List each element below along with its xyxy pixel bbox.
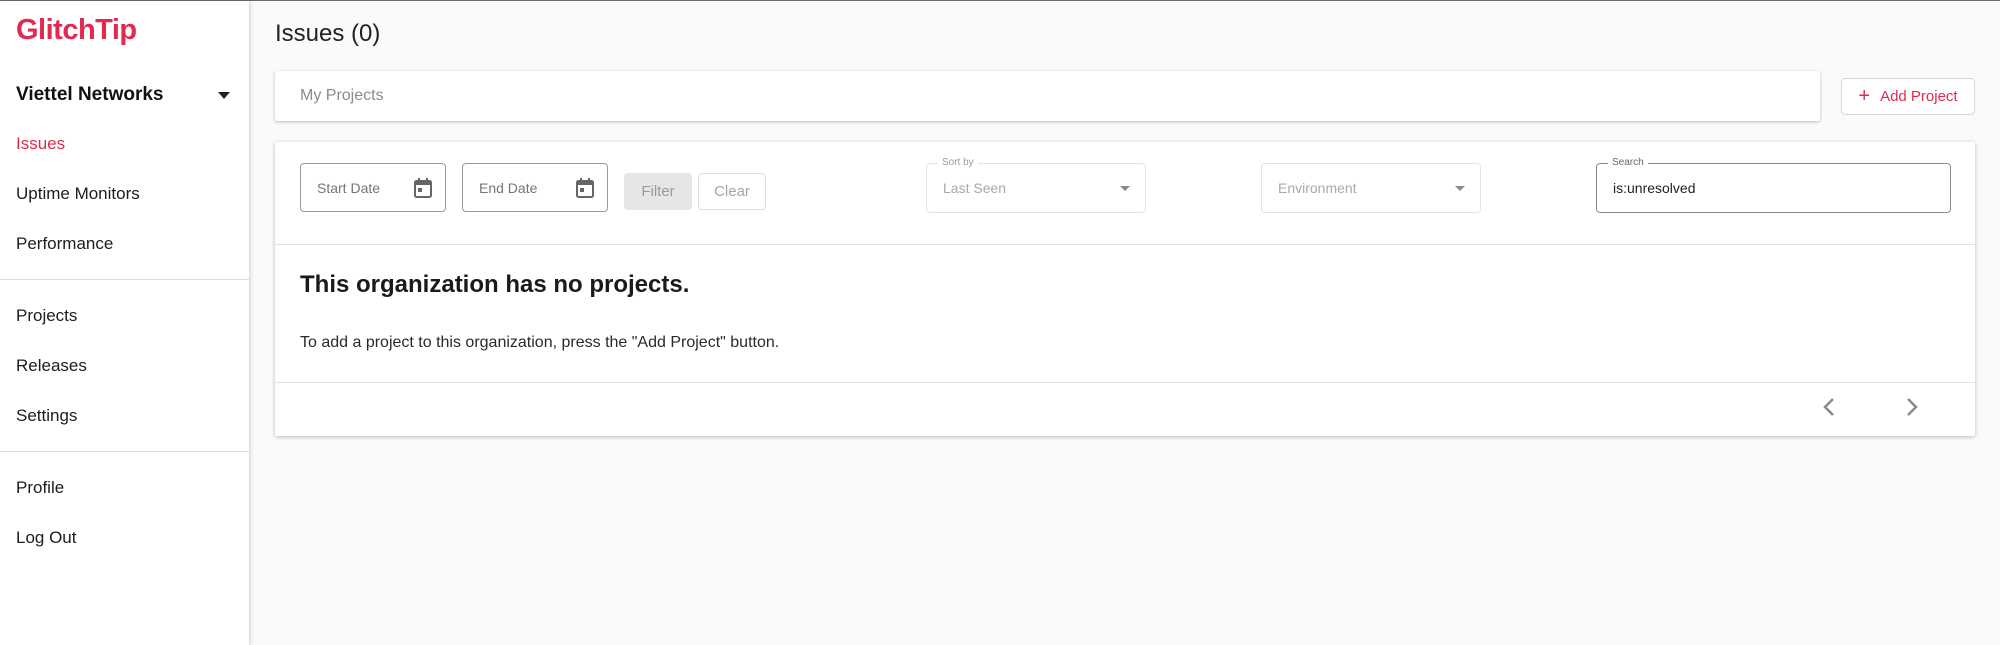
search-input[interactable] bbox=[1613, 180, 1933, 196]
chevron-left-icon bbox=[1823, 398, 1834, 416]
projects-select[interactable]: My Projects bbox=[275, 71, 1820, 121]
filter-row: Start Date End Date Filter Clear Sort by… bbox=[275, 142, 1975, 244]
org-name: Viettel Networks bbox=[16, 84, 164, 105]
search-field[interactable]: Search bbox=[1596, 157, 1951, 213]
card-divider bbox=[275, 382, 1975, 383]
caret-down-icon bbox=[218, 91, 230, 99]
environment-select[interactable]: Environment bbox=[1261, 163, 1481, 213]
plus-icon: + bbox=[1858, 84, 1871, 107]
end-date-placeholder: End Date bbox=[479, 179, 538, 196]
add-project-button[interactable]: + Add Project bbox=[1841, 78, 1975, 115]
sort-by-select[interactable]: Sort by Last Seen bbox=[926, 157, 1146, 213]
add-project-label: Add Project bbox=[1880, 88, 1958, 105]
filter-button[interactable]: Filter bbox=[624, 173, 692, 210]
sidebar-item-releases[interactable]: Releases bbox=[16, 356, 87, 376]
calendar-icon[interactable] bbox=[575, 177, 595, 199]
previous-page-button[interactable] bbox=[1814, 392, 1844, 422]
clear-button[interactable]: Clear bbox=[698, 173, 766, 210]
sidebar-divider bbox=[0, 451, 249, 452]
caret-down-icon bbox=[1455, 186, 1465, 191]
start-date-placeholder: Start Date bbox=[317, 179, 381, 196]
chevron-right-icon bbox=[1907, 398, 1918, 416]
page-title: Issues (0) bbox=[275, 20, 381, 47]
card-divider bbox=[275, 244, 1975, 245]
projects-select-placeholder: My Projects bbox=[300, 87, 384, 104]
sidebar-item-projects[interactable]: Projects bbox=[16, 306, 77, 326]
sidebar-item-performance[interactable]: Performance bbox=[16, 234, 113, 254]
sort-by-value: Last Seen bbox=[943, 180, 1007, 196]
sidebar-item-uptime-monitors[interactable]: Uptime Monitors bbox=[16, 184, 140, 204]
search-label: Search bbox=[1608, 157, 1648, 168]
app-logo[interactable]: GlitchTip bbox=[16, 14, 137, 47]
empty-state-title: This organization has no projects. bbox=[300, 271, 690, 298]
start-date-field[interactable]: Start Date bbox=[300, 163, 446, 212]
issues-card: Start Date End Date Filter Clear Sort by… bbox=[275, 142, 1975, 436]
sidebar-item-settings[interactable]: Settings bbox=[16, 406, 77, 426]
sidebar-divider bbox=[0, 279, 249, 280]
sidebar-item-profile[interactable]: Profile bbox=[16, 478, 64, 498]
calendar-icon[interactable] bbox=[413, 177, 433, 199]
sort-by-label: Sort by bbox=[938, 157, 978, 168]
org-switcher[interactable]: Viettel Networks bbox=[16, 81, 234, 109]
end-date-field[interactable]: End Date bbox=[462, 163, 608, 212]
sidebar: GlitchTip Viettel Networks Issues Uptime… bbox=[0, 1, 249, 645]
sidebar-item-log-out[interactable]: Log Out bbox=[16, 528, 77, 548]
empty-state-message: To add a project to this organization, p… bbox=[300, 334, 780, 351]
sidebar-item-issues[interactable]: Issues bbox=[16, 134, 65, 154]
caret-down-icon bbox=[1120, 186, 1130, 191]
environment-placeholder: Environment bbox=[1278, 180, 1357, 196]
next-page-button[interactable] bbox=[1897, 392, 1927, 422]
